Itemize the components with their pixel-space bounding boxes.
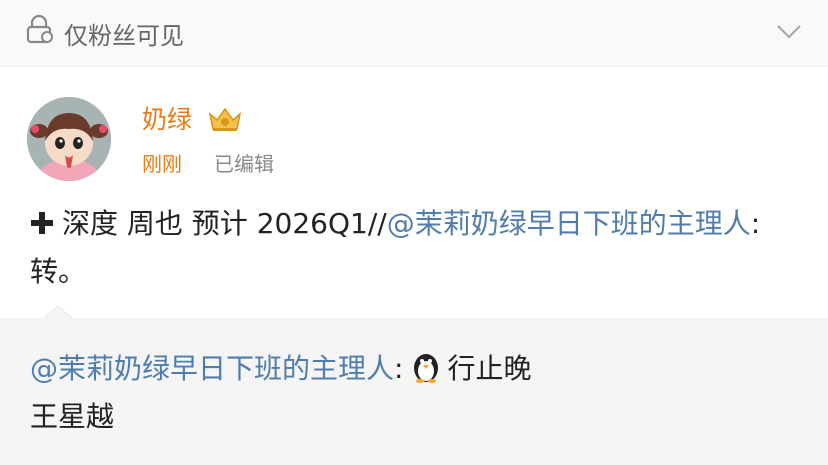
repost-text-line2: 王星越 [30, 400, 115, 433]
crown-icon[interactable] [206, 104, 244, 134]
repost-text-line1: 行止晚 [447, 352, 532, 385]
lock-icon [26, 14, 53, 44]
repost-content: @茉莉奶绿早日下班的主理人: 行止晚 王星越 [30, 345, 810, 441]
edited-label[interactable]: 已编辑 [214, 148, 274, 177]
avatar-illustration [27, 97, 111, 181]
post-text: 深度 周也 预计 2026Q1// [62, 207, 387, 240]
post-content: 深度 周也 预计 2026Q1//@茉莉奶绿早日下班的主理人:转。 [30, 200, 810, 296]
repost-mention-link[interactable]: @茉莉奶绿早日下班的主理人 [30, 352, 394, 385]
author-name[interactable]: 奶绿 [142, 100, 192, 136]
visibility-label: 仅粉丝可见 [64, 22, 184, 50]
chevron-down-icon[interactable] [774, 16, 804, 46]
repost-colon: : [394, 352, 404, 385]
avatar[interactable] [27, 97, 111, 181]
post-time: 刚刚 [142, 152, 182, 176]
mention-link[interactable]: @茉莉奶绿早日下班的主理人 [387, 207, 751, 240]
penguin-icon [414, 354, 439, 383]
plus-icon [31, 212, 53, 234]
visibility-bar[interactable]: 仅粉丝可见 [0, 0, 828, 67]
